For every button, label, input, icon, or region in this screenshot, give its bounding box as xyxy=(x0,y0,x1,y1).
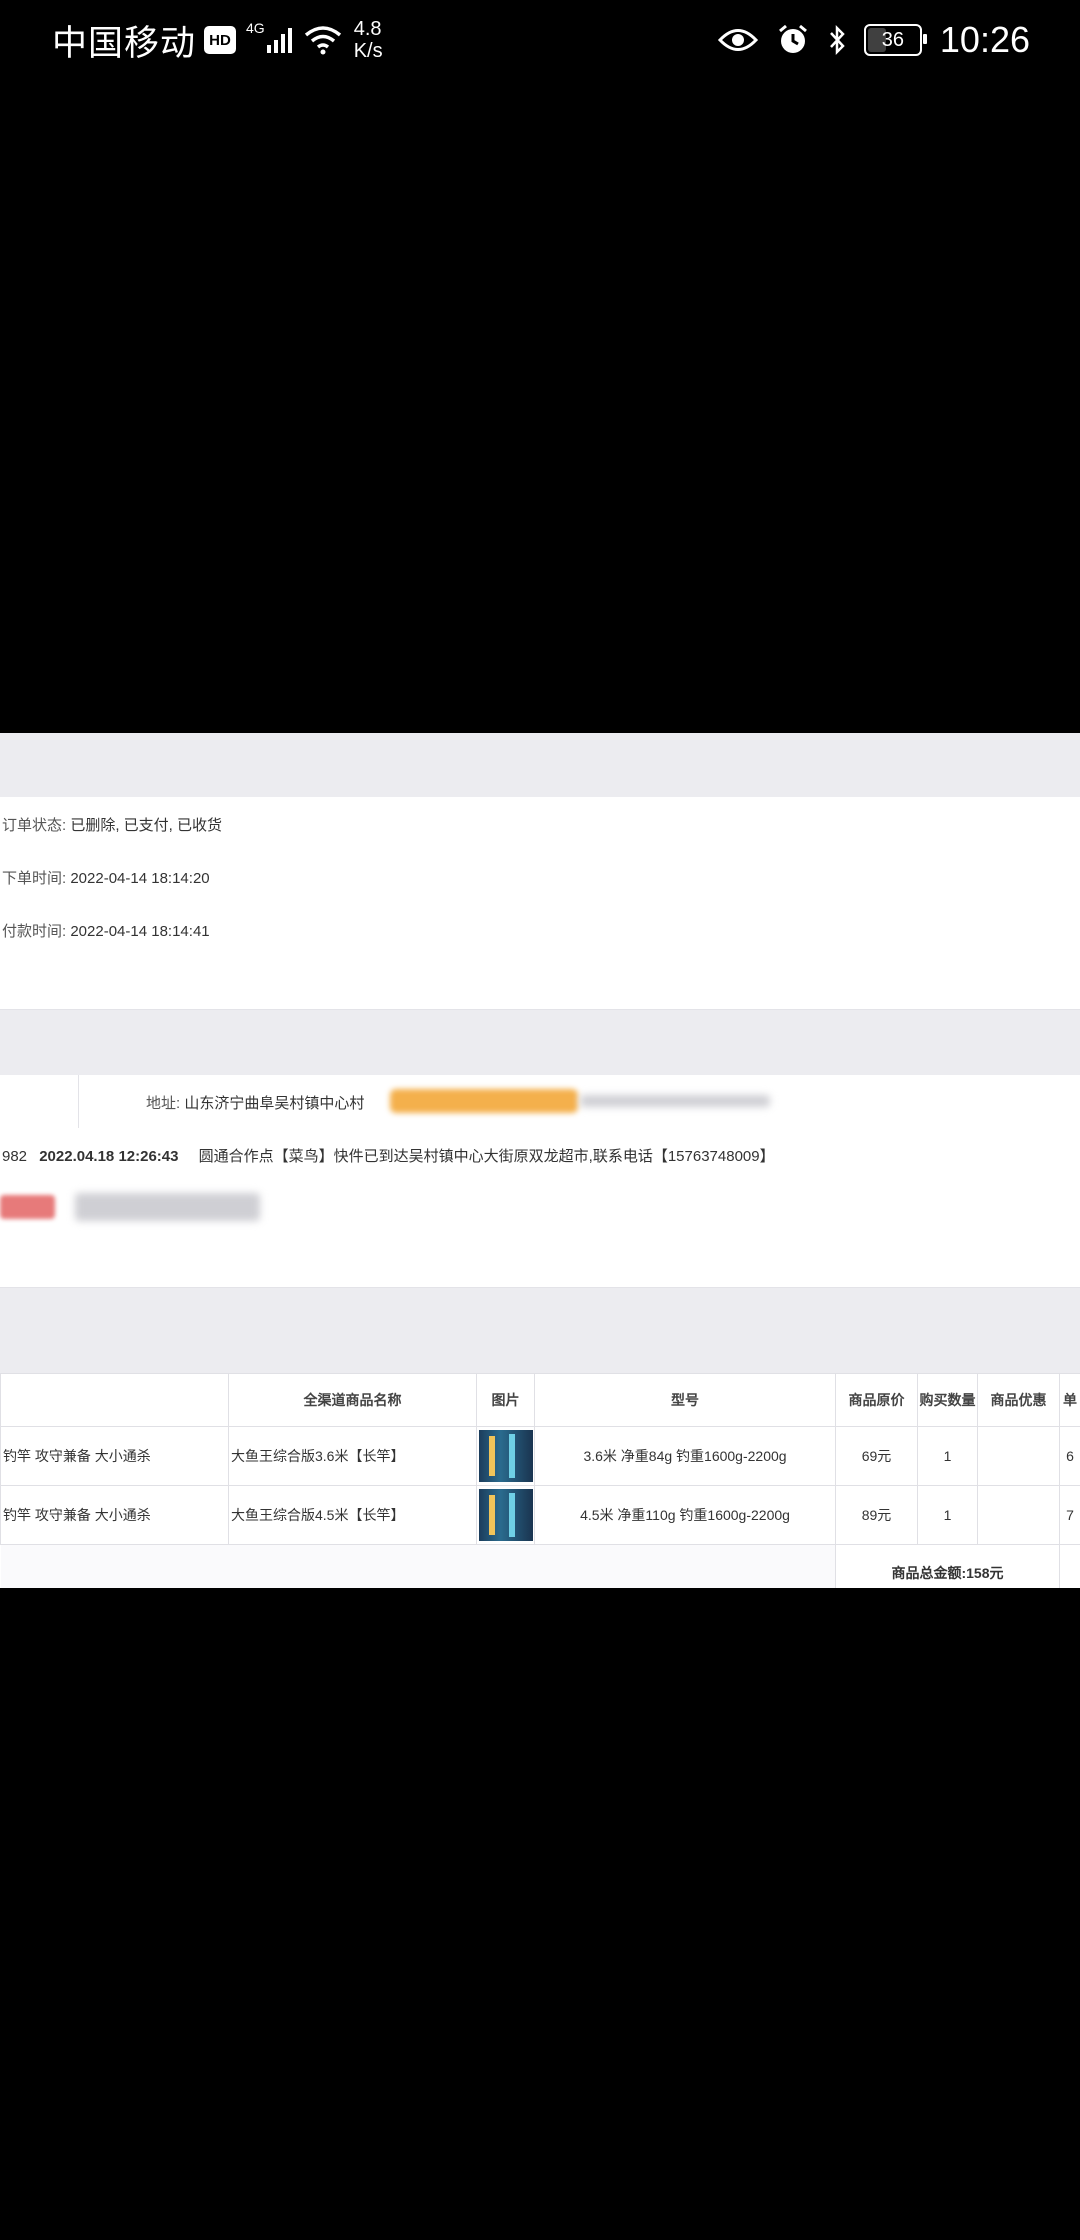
col-header-price: 商品原价 xyxy=(835,1373,918,1427)
product-tags: 钓竿 攻守兼备 大小通杀 xyxy=(0,1485,229,1545)
address-value: 山东济宁曲阜吴村镇中心村 xyxy=(184,1095,365,1112)
product-model: 3.6米 净重84g 钓重1600g-2200g xyxy=(534,1426,836,1486)
tracking-row: 982 2022.04.18 12:26:43 圆通合作点【菜鸟】快件已到达吴村… xyxy=(0,1128,1080,1182)
redacted-text xyxy=(75,1193,260,1221)
redacted-address-tail xyxy=(580,1095,770,1107)
product-image[interactable] xyxy=(476,1426,535,1486)
product-name[interactable]: 大鱼王综合版3.6米【长竿】 xyxy=(228,1426,477,1486)
signal-icon xyxy=(266,27,292,53)
product-price: 89元 xyxy=(835,1485,918,1545)
carrier-name: 中国移动 xyxy=(52,23,197,63)
col-header-partial: 单 xyxy=(1059,1373,1080,1427)
product-discount xyxy=(977,1426,1060,1486)
product-thumbnail xyxy=(478,1430,533,1482)
redacted-badge xyxy=(0,1195,55,1219)
col-header-product-name: 全渠道商品名称 xyxy=(228,1373,477,1427)
product-discount xyxy=(977,1485,1060,1545)
order-created-row: 下单时间: 2022-04-14 18:14:20 xyxy=(0,850,1080,904)
product-name[interactable]: 大鱼王综合版4.5米【长竿】 xyxy=(228,1485,477,1545)
speed-value: 4.8 xyxy=(353,18,382,40)
clock: 10:26 xyxy=(939,19,1030,60)
tracking-message: 圆通合作点【菜鸟】快件已到达吴村镇中心大街原双龙超市,联系电话【15763748… xyxy=(198,1148,775,1165)
order-paid-value: 2022-04-14 18:14:41 xyxy=(70,923,210,940)
order-paid-row: 付款时间: 2022-04-14 18:14:41 xyxy=(0,903,1080,957)
order-status-value: 已删除, 已支付, 已收货 xyxy=(70,817,223,834)
table-header-row: 全渠道商品名称 图片 型号 商品原价 购买数量 商品优惠 单 xyxy=(0,1373,1080,1427)
goods-table: 全渠道商品名称 图片 型号 商品原价 购买数量 商品优惠 单 钓竿 攻守兼备 大… xyxy=(0,1373,1080,1588)
product-partial: 7 xyxy=(1059,1485,1080,1545)
col-header-image: 图片 xyxy=(476,1373,535,1427)
battery-level: 36 xyxy=(881,28,905,51)
wifi-icon xyxy=(304,26,341,55)
order-empty-row xyxy=(0,956,1080,1010)
address-row: 地址: 山东济宁曲阜吴村镇中心村 xyxy=(0,1075,1080,1129)
order-screenshot: 订单状态: 已删除, 已支付, 已收货 下单时间: 2022-04-14 18:… xyxy=(0,733,1080,1588)
product-price: 69元 xyxy=(835,1426,918,1486)
product-partial: 6 xyxy=(1059,1426,1080,1486)
order-paid-label: 付款时间: xyxy=(2,923,67,940)
redacted-row xyxy=(0,1181,1080,1235)
tracking-time: 2022.04.18 12:26:43 xyxy=(39,1148,179,1165)
table-row: 钓竿 攻守兼备 大小通杀 大鱼王综合版3.6米【长竿】 3.6米 净重84g 钓… xyxy=(0,1426,1080,1486)
eye-icon xyxy=(717,29,758,51)
total-row: 商品总金额:158元 xyxy=(0,1544,1080,1588)
order-status-row: 订单状态: 已删除, 已支付, 已收货 xyxy=(0,797,1080,851)
order-created-label: 下单时间: xyxy=(2,870,67,887)
shipping-header-band xyxy=(0,1010,1080,1075)
col-header-qty: 购买数量 xyxy=(917,1373,978,1427)
section-header-band xyxy=(0,733,1080,797)
product-model: 4.5米 净重110g 钓重1600g-2200g xyxy=(534,1485,836,1545)
address-label: 地址: xyxy=(146,1095,181,1112)
table-row: 钓竿 攻守兼备 大小通杀 大鱼王综合版4.5米【长竿】 4.5米 净重110g … xyxy=(0,1485,1080,1545)
redacted-address xyxy=(390,1089,578,1113)
battery-icon: 36 xyxy=(863,24,927,56)
order-total: 商品总金额:158元 xyxy=(835,1544,1060,1588)
status-bar: 中国移动 HD 4G 4.8 K/s 36 10:26 xyxy=(0,0,1080,80)
product-qty: 1 xyxy=(917,1485,978,1545)
bluetooth-icon xyxy=(829,24,845,56)
network-type: 4G xyxy=(246,20,265,36)
col-header xyxy=(0,1373,229,1427)
tracking-prefix: 982 xyxy=(2,1148,28,1165)
product-image[interactable] xyxy=(476,1485,535,1545)
order-status-label: 订单状态: xyxy=(2,817,67,834)
order-created-value: 2022-04-14 18:14:20 xyxy=(70,870,210,887)
alarm-icon xyxy=(778,24,807,53)
speed-unit: K/s xyxy=(353,40,383,62)
product-tags: 钓竿 攻守兼备 大小通杀 xyxy=(0,1426,229,1486)
shipping-empty-row xyxy=(0,1234,1080,1288)
goods-header-band xyxy=(0,1288,1080,1373)
col-header-discount: 商品优惠 xyxy=(977,1373,1060,1427)
col-header-model: 型号 xyxy=(534,1373,836,1427)
hd-icon: HD xyxy=(204,26,237,54)
network-speed: 4.8 K/s xyxy=(354,18,383,62)
product-thumbnail xyxy=(478,1489,533,1541)
product-qty: 1 xyxy=(917,1426,978,1486)
